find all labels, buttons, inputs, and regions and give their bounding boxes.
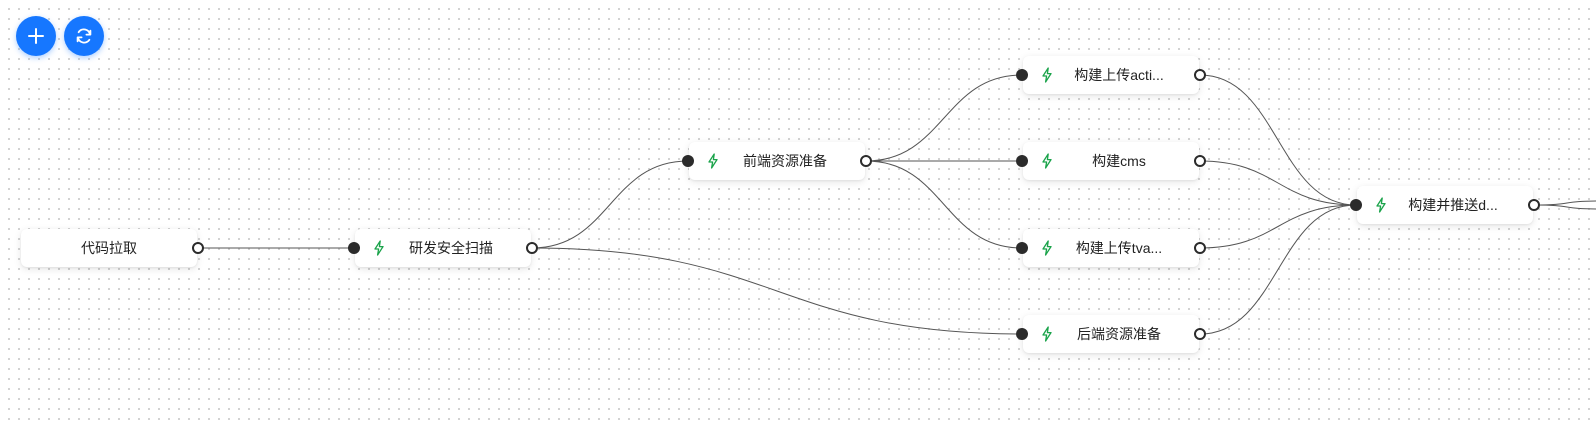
pipeline-canvas[interactable]: 代码拉取 研发安全扫描 前端资源准备 构建上传acti... 构建cms 构建上传tva.… (0, 0, 1596, 426)
edge-n3-n4-3 (865, 74, 1023, 162)
node-label: 构建上传tva... (1075, 240, 1163, 256)
refresh-button[interactable] (64, 16, 104, 56)
input-port[interactable] (1350, 199, 1362, 211)
input-port[interactable] (1016, 328, 1028, 340)
output-port[interactable] (1194, 328, 1206, 340)
output-port[interactable] (860, 155, 872, 167)
pipeline-node-n5[interactable]: 构建cms (1016, 142, 1206, 180)
node-label: 构建并推送d... (1408, 197, 1498, 213)
output-port[interactable] (526, 242, 538, 254)
lightning-icon (1042, 153, 1052, 169)
pipeline-node-n8[interactable]: 构建并推送d... (1350, 186, 1540, 224)
input-port[interactable] (682, 155, 694, 167)
add-node-button[interactable] (16, 16, 56, 56)
node-label: 构建cms (1092, 153, 1146, 169)
output-port[interactable] (1194, 69, 1206, 81)
output-port[interactable] (192, 242, 204, 254)
lightning-icon (1376, 197, 1386, 213)
node-label: 后端资源准备 (1077, 326, 1161, 342)
output-port[interactable] (1194, 242, 1206, 254)
edge-n2-n7-2 (531, 247, 1023, 335)
node-label: 前端资源准备 (743, 153, 827, 169)
pipeline-node-n1[interactable]: 代码拉取 (21, 229, 204, 267)
lightning-icon (1042, 326, 1052, 342)
plus-icon (28, 28, 44, 44)
pipeline-node-n7[interactable]: 后端资源准备 (1016, 315, 1206, 353)
edge-n2-n3-1 (531, 160, 689, 249)
lightning-icon (708, 153, 718, 169)
output-port[interactable] (1528, 199, 1540, 211)
output-port[interactable] (1194, 155, 1206, 167)
edge-n5-n8-7 (1199, 160, 1357, 206)
node-label: 代码拉取 (81, 240, 137, 256)
edge-n6-n8-8 (1199, 204, 1357, 249)
edge-n8-offscreen-10 (1533, 200, 1596, 206)
lightning-icon (374, 240, 384, 256)
lightning-icon (1042, 240, 1052, 256)
lightning-icon (1042, 67, 1052, 83)
input-port[interactable] (1016, 242, 1028, 254)
pipeline-node-n4[interactable]: 构建上传acti... (1016, 56, 1206, 94)
pipeline-node-n3[interactable]: 前端资源准备 (682, 142, 872, 180)
edge-n4-n8-6 (1199, 74, 1357, 206)
input-port[interactable] (348, 242, 360, 254)
edge-n3-n6-5 (865, 160, 1023, 249)
input-port[interactable] (1016, 155, 1028, 167)
edge-n7-n8-9 (1199, 204, 1357, 335)
pipeline-node-n6[interactable]: 构建上传tva... (1016, 229, 1206, 267)
node-label: 研发安全扫描 (409, 240, 493, 256)
refresh-icon (76, 28, 92, 44)
pipeline-node-n2[interactable]: 研发安全扫描 (348, 229, 538, 267)
input-port[interactable] (1016, 69, 1028, 81)
edge-n8-offscreen-11 (1533, 204, 1596, 210)
node-label: 构建上传acti... (1074, 67, 1164, 83)
